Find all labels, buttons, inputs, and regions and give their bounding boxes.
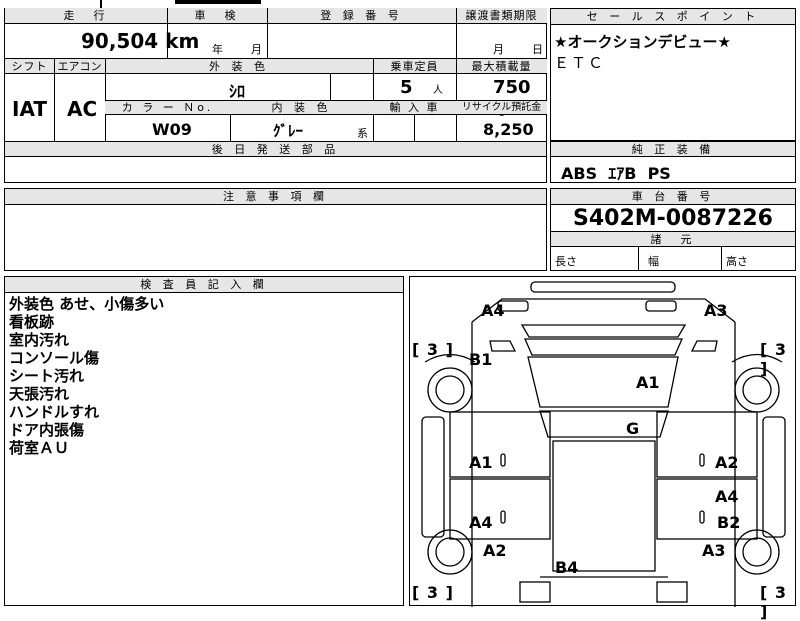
- capacity-value: 5 人: [400, 77, 443, 98]
- chassis-box: 車 台 番 号 S402M-0087226 諸 元 長さ 幅 高さ: [550, 188, 796, 271]
- document-deadline-header: 譲渡書類期限: [456, 8, 547, 24]
- shaken-header: 車 検: [167, 8, 267, 24]
- damage-label-a4-front-left: A4: [481, 301, 505, 320]
- spec-table: シフト エアコン 外 装 色 乗車定員 最大積載量 IAT AC ｼﾛ 5 人 …: [4, 59, 547, 183]
- inspector-note: 荷室ＡＵ: [9, 439, 70, 457]
- inspector-notes-header: 検 査 員 記 入 欄: [5, 277, 403, 293]
- doc-day-label: 日: [532, 43, 543, 56]
- mileage-value: 90,504 km: [81, 29, 200, 53]
- sales-point-box: セ ー ル ス ポ イ ン ト ★オークションデビュー★ ＥＴＣ: [550, 8, 796, 141]
- inspector-notes-box: 検 査 員 記 入 欄 外装色 あせ、小傷多い 看板跡 室内汚れ コンソール傷 …: [4, 276, 404, 606]
- inspector-note: 天張汚れ: [9, 385, 70, 403]
- recycle-header: リサイクル預託金: [456, 101, 547, 115]
- inspector-note: 外装色 あせ、小傷多い: [9, 295, 165, 313]
- interior-color-suffix: 系: [357, 127, 368, 140]
- caution-box: 注 意 事 項 欄: [4, 188, 547, 271]
- tire-mark-rear-right: [ 3 ]: [760, 583, 788, 621]
- inspector-note: コンソール傷: [9, 349, 100, 367]
- color-number-header: カ ラ ー Ｎo.: [105, 101, 230, 115]
- damage-label-a4-left-rear: A4: [469, 513, 493, 532]
- top-info-table: 走 行 車 検 登 録 番 号 譲渡書類期限 90,504 km 年 月 月 日: [4, 8, 547, 59]
- damage-label-b2-right: B2: [717, 513, 741, 532]
- tire-mark-front-left: [ 3 ]: [412, 340, 454, 359]
- sales-point-line-1: ★オークションデビュー★: [554, 33, 731, 51]
- shaken-year-label: 年: [212, 43, 223, 56]
- inspector-note: 室内汚れ: [9, 331, 70, 349]
- caution-header: 注 意 事 項 欄: [5, 189, 546, 205]
- later-parts-header: 後 日 発 送 部 品: [5, 142, 546, 157]
- inspector-note: シート汚れ: [9, 367, 85, 385]
- damage-label-b1: B1: [469, 350, 493, 369]
- damage-label-a2-right-door: A2: [715, 453, 739, 472]
- inspector-note: ドア内張傷: [9, 421, 85, 439]
- equipment-header: 純 正 装 備: [551, 142, 795, 157]
- equipment-box: 純 正 装 備 ABS ｴｱB PS: [550, 141, 796, 183]
- shift-value: IAT: [12, 97, 48, 121]
- damage-label-a1-left-door: A1: [469, 453, 493, 472]
- shaken-month-label: 月: [251, 43, 262, 56]
- length-label: 長さ: [555, 255, 577, 268]
- dimensions-header: 諸 元: [551, 232, 795, 247]
- doc-month-label: 月: [493, 43, 504, 56]
- damage-label-a2-rear-left: A2: [483, 541, 507, 560]
- import-header: 輸 入 車: [373, 101, 456, 115]
- shift-header: シフト: [5, 59, 54, 74]
- equipment-value: ABS ｴｱB PS: [561, 164, 671, 183]
- capacity-unit: 人: [432, 85, 443, 96]
- damage-label-a3-front-right: A3: [704, 301, 728, 320]
- interior-color-value: ｸﾞﾚｰ: [273, 122, 304, 140]
- car-damage-diagram: A4 A3 B1 A1 G A1 A2 A4 A4 B2 A2 A3 B4 [ …: [409, 276, 796, 621]
- mileage-header: 走 行: [5, 8, 167, 24]
- aircon-value: AC: [67, 97, 98, 121]
- damage-label-a3-rear-right: A3: [702, 541, 726, 560]
- height-label: 高さ: [726, 255, 748, 268]
- inspector-note: 看板跡: [9, 313, 55, 331]
- max-load-header: 最大積載量: [456, 59, 547, 74]
- interior-color-header: 内 装 色: [230, 101, 373, 115]
- chassis-number-value: S402M-0087226: [573, 206, 773, 231]
- capacity-header: 乗車定員: [373, 59, 456, 74]
- tire-mark-rear-left: [ 3 ]: [412, 583, 454, 602]
- inspector-notes-list: 外装色 あせ、小傷多い 看板跡 室内汚れ コンソール傷 シート汚れ 天張汚れ ハ…: [9, 295, 164, 457]
- mileage-unit: km: [165, 29, 200, 53]
- tire-mark-front-right: [ 3 ]: [760, 340, 788, 378]
- damage-label-a1-roof: A1: [636, 373, 660, 392]
- width-label: 幅: [648, 255, 659, 268]
- sales-point-line-2: ＥＴＣ: [554, 54, 606, 72]
- damage-label-a4-right-rear: A4: [715, 487, 739, 506]
- sales-point-header: セ ー ル ス ポ イ ン ト: [551, 9, 795, 25]
- exterior-color-header: 外 装 色: [105, 59, 373, 74]
- aircon-header: エアコン: [54, 59, 105, 74]
- exterior-color-value: ｼﾛ: [229, 82, 246, 101]
- registration-header: 登 録 番 号: [267, 8, 456, 24]
- chassis-number-header: 車 台 番 号: [551, 189, 795, 205]
- color-number-value: W09: [152, 120, 192, 139]
- inspector-note: ハンドルすれ: [9, 403, 100, 421]
- car-outline-drawing: [421, 281, 786, 607]
- damage-label-b4-rear: B4: [555, 558, 579, 577]
- damage-label-g-glass: G: [626, 419, 640, 438]
